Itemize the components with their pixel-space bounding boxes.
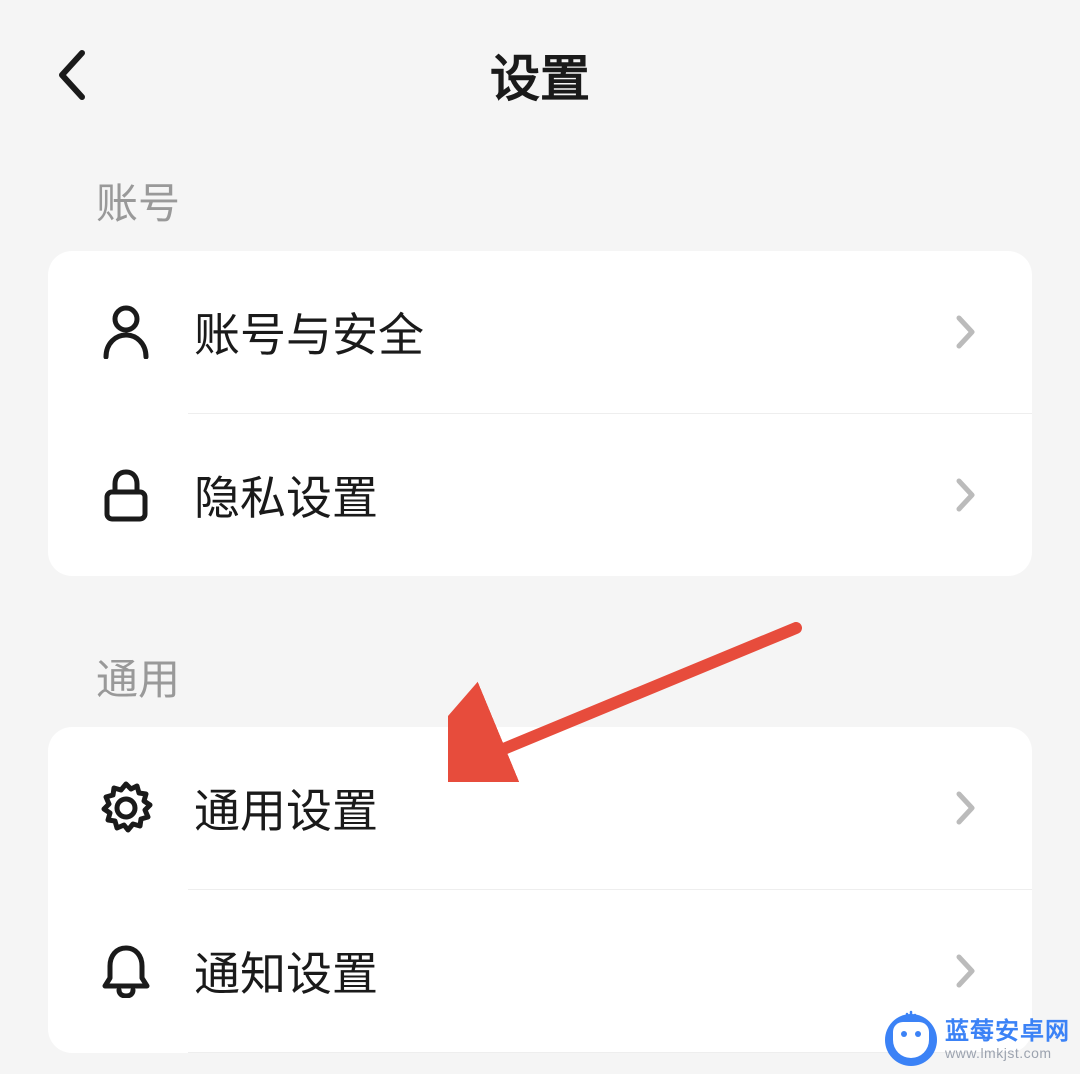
watermark-text: 蓝莓安卓网 www.lmkjst.com	[945, 1019, 1070, 1061]
list-item-label-privacy: 隐私设置	[194, 462, 950, 528]
lock-icon	[98, 467, 154, 523]
section-header-account: 账号	[0, 140, 1080, 251]
list-item-general-settings[interactable]: 通用设置	[48, 727, 1032, 889]
list-item-privacy[interactable]: 隐私设置	[48, 414, 1032, 576]
chevron-right-icon	[950, 479, 982, 511]
card-general: 通用设置 通知设置	[48, 727, 1032, 1053]
chevron-right-icon	[950, 955, 982, 987]
gear-icon	[98, 780, 154, 836]
card-account: 账号与安全 隐私设置	[48, 251, 1032, 576]
watermark-url: www.lmkjst.com	[945, 1046, 1070, 1061]
header: 设置	[0, 0, 1080, 140]
section-header-general: 通用	[0, 616, 1080, 727]
list-item-account-security[interactable]: 账号与安全	[48, 251, 1032, 413]
watermark-logo	[885, 1014, 937, 1066]
chevron-right-icon	[950, 316, 982, 348]
page-title: 设置	[48, 39, 1032, 111]
back-button[interactable]	[48, 51, 96, 99]
user-icon	[98, 304, 154, 360]
bell-icon	[98, 943, 154, 999]
list-item-label-notifications: 通知设置	[194, 938, 950, 1004]
chevron-right-icon	[950, 792, 982, 824]
watermark-name: 蓝莓安卓网	[945, 1019, 1070, 1045]
list-item-label-account-security: 账号与安全	[194, 299, 950, 365]
list-item-label-general-settings: 通用设置	[194, 775, 950, 841]
chevron-left-icon	[56, 49, 88, 101]
watermark: 蓝莓安卓网 www.lmkjst.com	[885, 1014, 1070, 1066]
